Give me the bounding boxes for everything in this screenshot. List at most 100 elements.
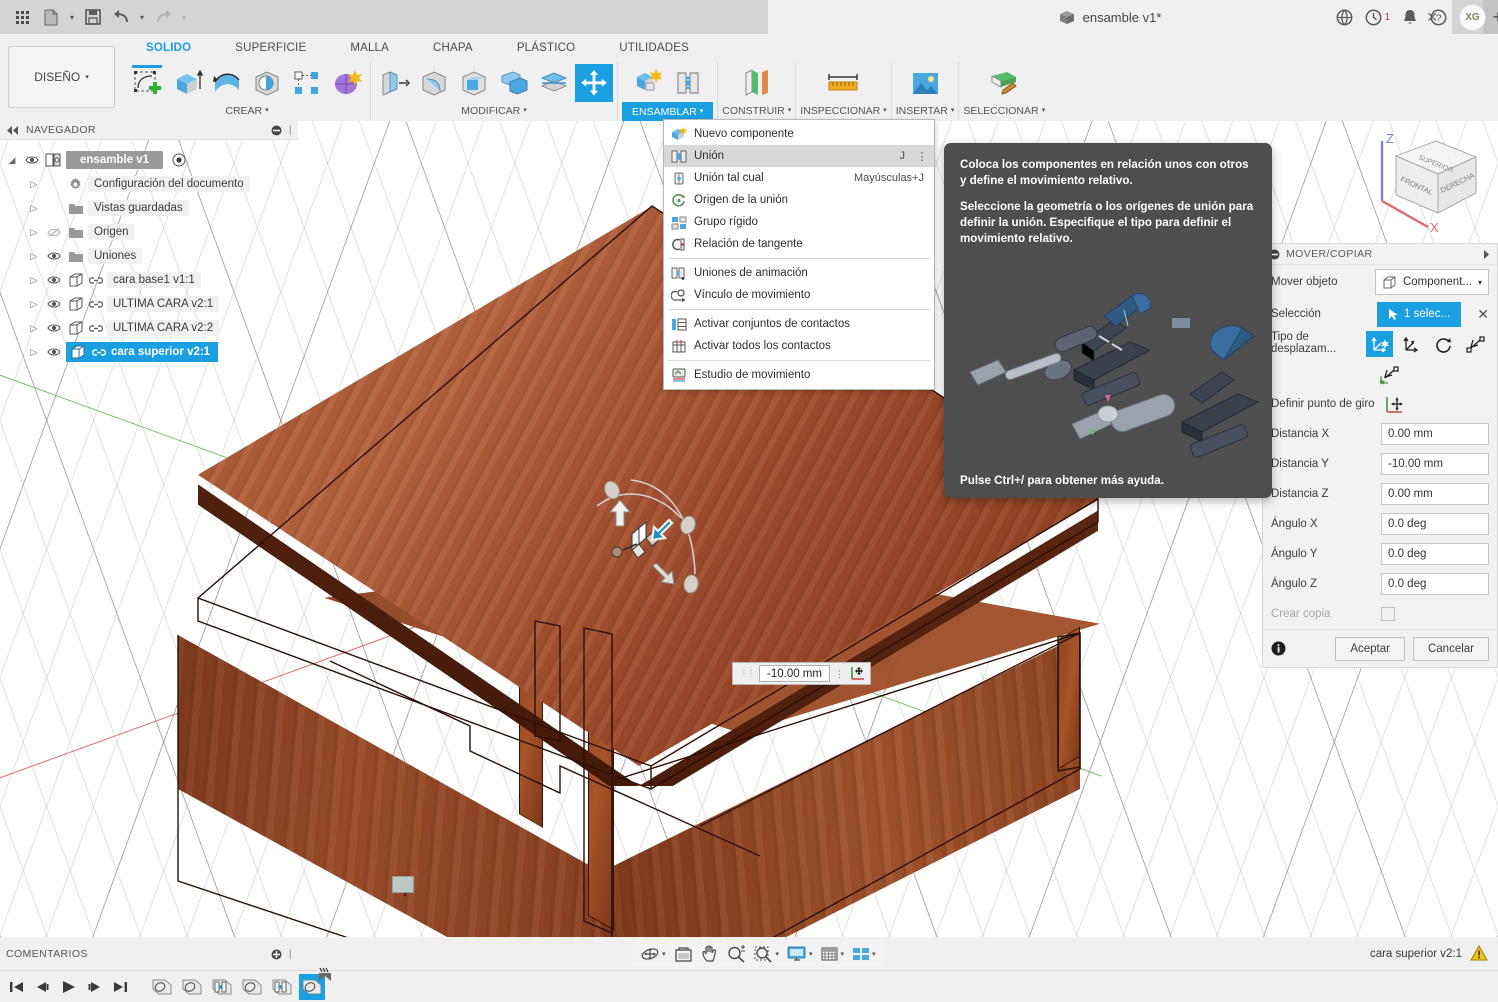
activate-component-icon[interactable] (172, 153, 186, 167)
file-menu-caret-icon[interactable]: ▾ (66, 4, 78, 30)
avatar[interactable]: XG (1459, 4, 1486, 31)
menu-item-uniones-animacion[interactable]: Uniones de animación (664, 262, 934, 284)
menu-item-activar-todos-contactos[interactable]: Activar todos los contactos (664, 335, 934, 357)
angulo-x-input[interactable]: 0.0 deg (1381, 513, 1489, 535)
timeline-step-forward-icon[interactable] (82, 974, 106, 1000)
pan-icon[interactable] (698, 943, 722, 965)
timeline-go-end-icon[interactable] (108, 974, 132, 1000)
eye-icon[interactable] (23, 155, 41, 165)
bell-icon[interactable] (1402, 9, 1418, 26)
timeline-step-back-icon[interactable] (30, 974, 54, 1000)
chevron-right-icon[interactable]: ▷ (26, 203, 42, 214)
tree-node-configuracion-documento[interactable]: ▷ Configuración del documento (0, 172, 298, 196)
tree-selected-row[interactable]: cara superior v2:1 (66, 342, 218, 362)
tab-malla[interactable]: MALLA (328, 34, 411, 62)
minus-circle-icon[interactable] (271, 125, 282, 136)
axis-move-icon[interactable] (849, 665, 866, 682)
press-pull-icon[interactable] (375, 64, 413, 102)
warning-icon[interactable] (1470, 945, 1488, 962)
new-component-icon[interactable] (629, 64, 667, 102)
tree-node-ensamble-v1[interactable]: ◢ ensamble v1 (0, 148, 298, 172)
menu-item-origen-union[interactable]: Origen de la unión (664, 189, 934, 211)
mover-objeto-dropdown[interactable]: Component... ▾ (1375, 269, 1489, 295)
set-pivot-icon[interactable] (1381, 391, 1408, 417)
help-icon[interactable]: ? (1430, 9, 1447, 26)
angulo-z-input[interactable]: 0.0 deg (1381, 573, 1489, 595)
expand-arrow-icon[interactable]: ◢ (4, 155, 20, 166)
timeline-feature-joint-origin[interactable] (149, 974, 175, 1000)
select-icon[interactable] (985, 64, 1023, 102)
tree-node-vistas-guardadas[interactable]: ▷ Vistas guardadas (0, 196, 298, 220)
panel-inspeccionar-label[interactable]: INSPECCIONAR▾ (800, 102, 886, 120)
undo-icon[interactable] (108, 4, 134, 30)
menu-item-nuevo-componente[interactable]: Nuevo componente (664, 123, 934, 145)
move-copy-icon[interactable] (575, 64, 613, 102)
display-settings-icon[interactable]: ▾ (784, 943, 816, 965)
vertical-dots-icon[interactable]: ⋮ (835, 671, 844, 677)
tree-label[interactable]: cara base1 v1:1 (107, 272, 201, 288)
workspace-selector[interactable]: DISEÑO ▾ (8, 46, 115, 108)
tree-label[interactable]: ULTIMA CARA v2:2 (107, 320, 219, 336)
eye-icon[interactable] (45, 347, 63, 357)
menu-item-union[interactable]: Unión J ⋮ (664, 145, 934, 167)
orbit-icon[interactable]: ▾ (637, 943, 669, 965)
move-type-point-to-point[interactable] (1366, 331, 1393, 357)
split-face-icon[interactable] (535, 64, 573, 102)
menu-item-activar-conjuntos-contactos[interactable]: Activar conjuntos de contactos (664, 313, 934, 335)
tab-utilidades[interactable]: UTILIDADES (597, 34, 711, 62)
tree-node-cara-base1[interactable]: ▷ cara base1 v1:1 (0, 268, 298, 292)
cancelar-button[interactable]: Cancelar (1413, 637, 1489, 661)
tree-label[interactable]: Vistas guardadas (88, 200, 189, 216)
measure-icon[interactable] (824, 64, 862, 102)
tree-node-ultima-cara-1[interactable]: ▷ ULTIMA CARA v2:1 (0, 292, 298, 316)
redo-caret-icon[interactable]: ▾ (178, 4, 190, 30)
move-type-translate[interactable] (1398, 331, 1425, 357)
combine-icon[interactable] (495, 64, 533, 102)
tree-label[interactable]: Uniones (88, 248, 142, 264)
vertical-dots-icon[interactable]: ⋮ (916, 150, 928, 163)
tree-node-ultima-cara-2[interactable]: ▷ ULTIMA CARA v2:2 (0, 316, 298, 340)
menu-item-relacion-tangente[interactable]: Relación de tangente (664, 233, 934, 255)
fit-icon[interactable]: ▾ (751, 943, 783, 965)
job-status-icon[interactable]: 1 (1365, 9, 1390, 26)
joint-icon[interactable] (669, 64, 707, 102)
tree-label[interactable]: ULTIMA CARA v2:1 (107, 296, 219, 312)
tab-plastico[interactable]: PLÁSTICO (495, 34, 597, 62)
chevron-right-icon[interactable]: ▷ (26, 347, 42, 358)
timeline-feature-move[interactable] (299, 974, 325, 1000)
viewports-icon[interactable]: ▾ (849, 943, 879, 965)
move-manipulator-gizmo[interactable] (595, 466, 715, 616)
tab-solido[interactable]: SOLIDO (124, 34, 213, 62)
tree-node-cara-superior[interactable]: ▷ cara superior v2:1 (0, 340, 298, 364)
view-cube[interactable]: Z X SUPERIOR FRONTAL DERECHA (1372, 131, 1490, 243)
chevron-right-icon[interactable]: ▷ (26, 275, 42, 286)
eye-icon[interactable] (45, 251, 63, 261)
chevron-right-icon[interactable]: ▷ (26, 323, 42, 334)
move-type-object-to-object[interactable] (1375, 362, 1402, 388)
timeline-feature-joint1[interactable] (209, 974, 235, 1000)
shell-icon[interactable] (455, 64, 493, 102)
manipulator-value-box[interactable]: ⋮⋮ -10.00 mm ⋮ (732, 662, 871, 685)
tree-label[interactable]: Origen (88, 224, 135, 240)
panel-modificar-label[interactable]: MODIFICAR▾ (461, 102, 526, 120)
chevron-right-icon[interactable]: ▷ (26, 251, 42, 262)
distancia-x-input[interactable]: 0.00 mm (1381, 423, 1489, 445)
menu-item-union-tal-cual[interactable]: Unión tal cual Mayúsculas+J (664, 167, 934, 189)
panel-crear-label[interactable]: CREAR▾ (225, 102, 268, 120)
move-type-rotate[interactable] (1430, 331, 1457, 357)
look-at-icon[interactable] (671, 943, 696, 965)
eye-icon[interactable] (45, 275, 63, 285)
eye-icon[interactable] (45, 323, 63, 333)
clear-selection-icon[interactable]: ✕ (1477, 306, 1489, 323)
value-grip[interactable]: ⋮⋮ (740, 671, 754, 677)
tree-label[interactable]: ensamble v1 (66, 151, 163, 169)
timeline-play-icon[interactable] (56, 974, 80, 1000)
timeline-feature-link3[interactable] (239, 974, 265, 1000)
chevron-right-icon[interactable]: ▷ (26, 227, 42, 238)
panel-insertar-label[interactable]: INSERTAR▾ (896, 102, 955, 120)
tab-chapa[interactable]: CHAPA (411, 34, 495, 62)
tree-label[interactable]: Configuración del documento (88, 176, 250, 192)
chevron-right-icon[interactable] (1482, 250, 1491, 259)
info-icon[interactable] (1271, 641, 1286, 656)
collapse-left-icon[interactable] (6, 126, 19, 135)
